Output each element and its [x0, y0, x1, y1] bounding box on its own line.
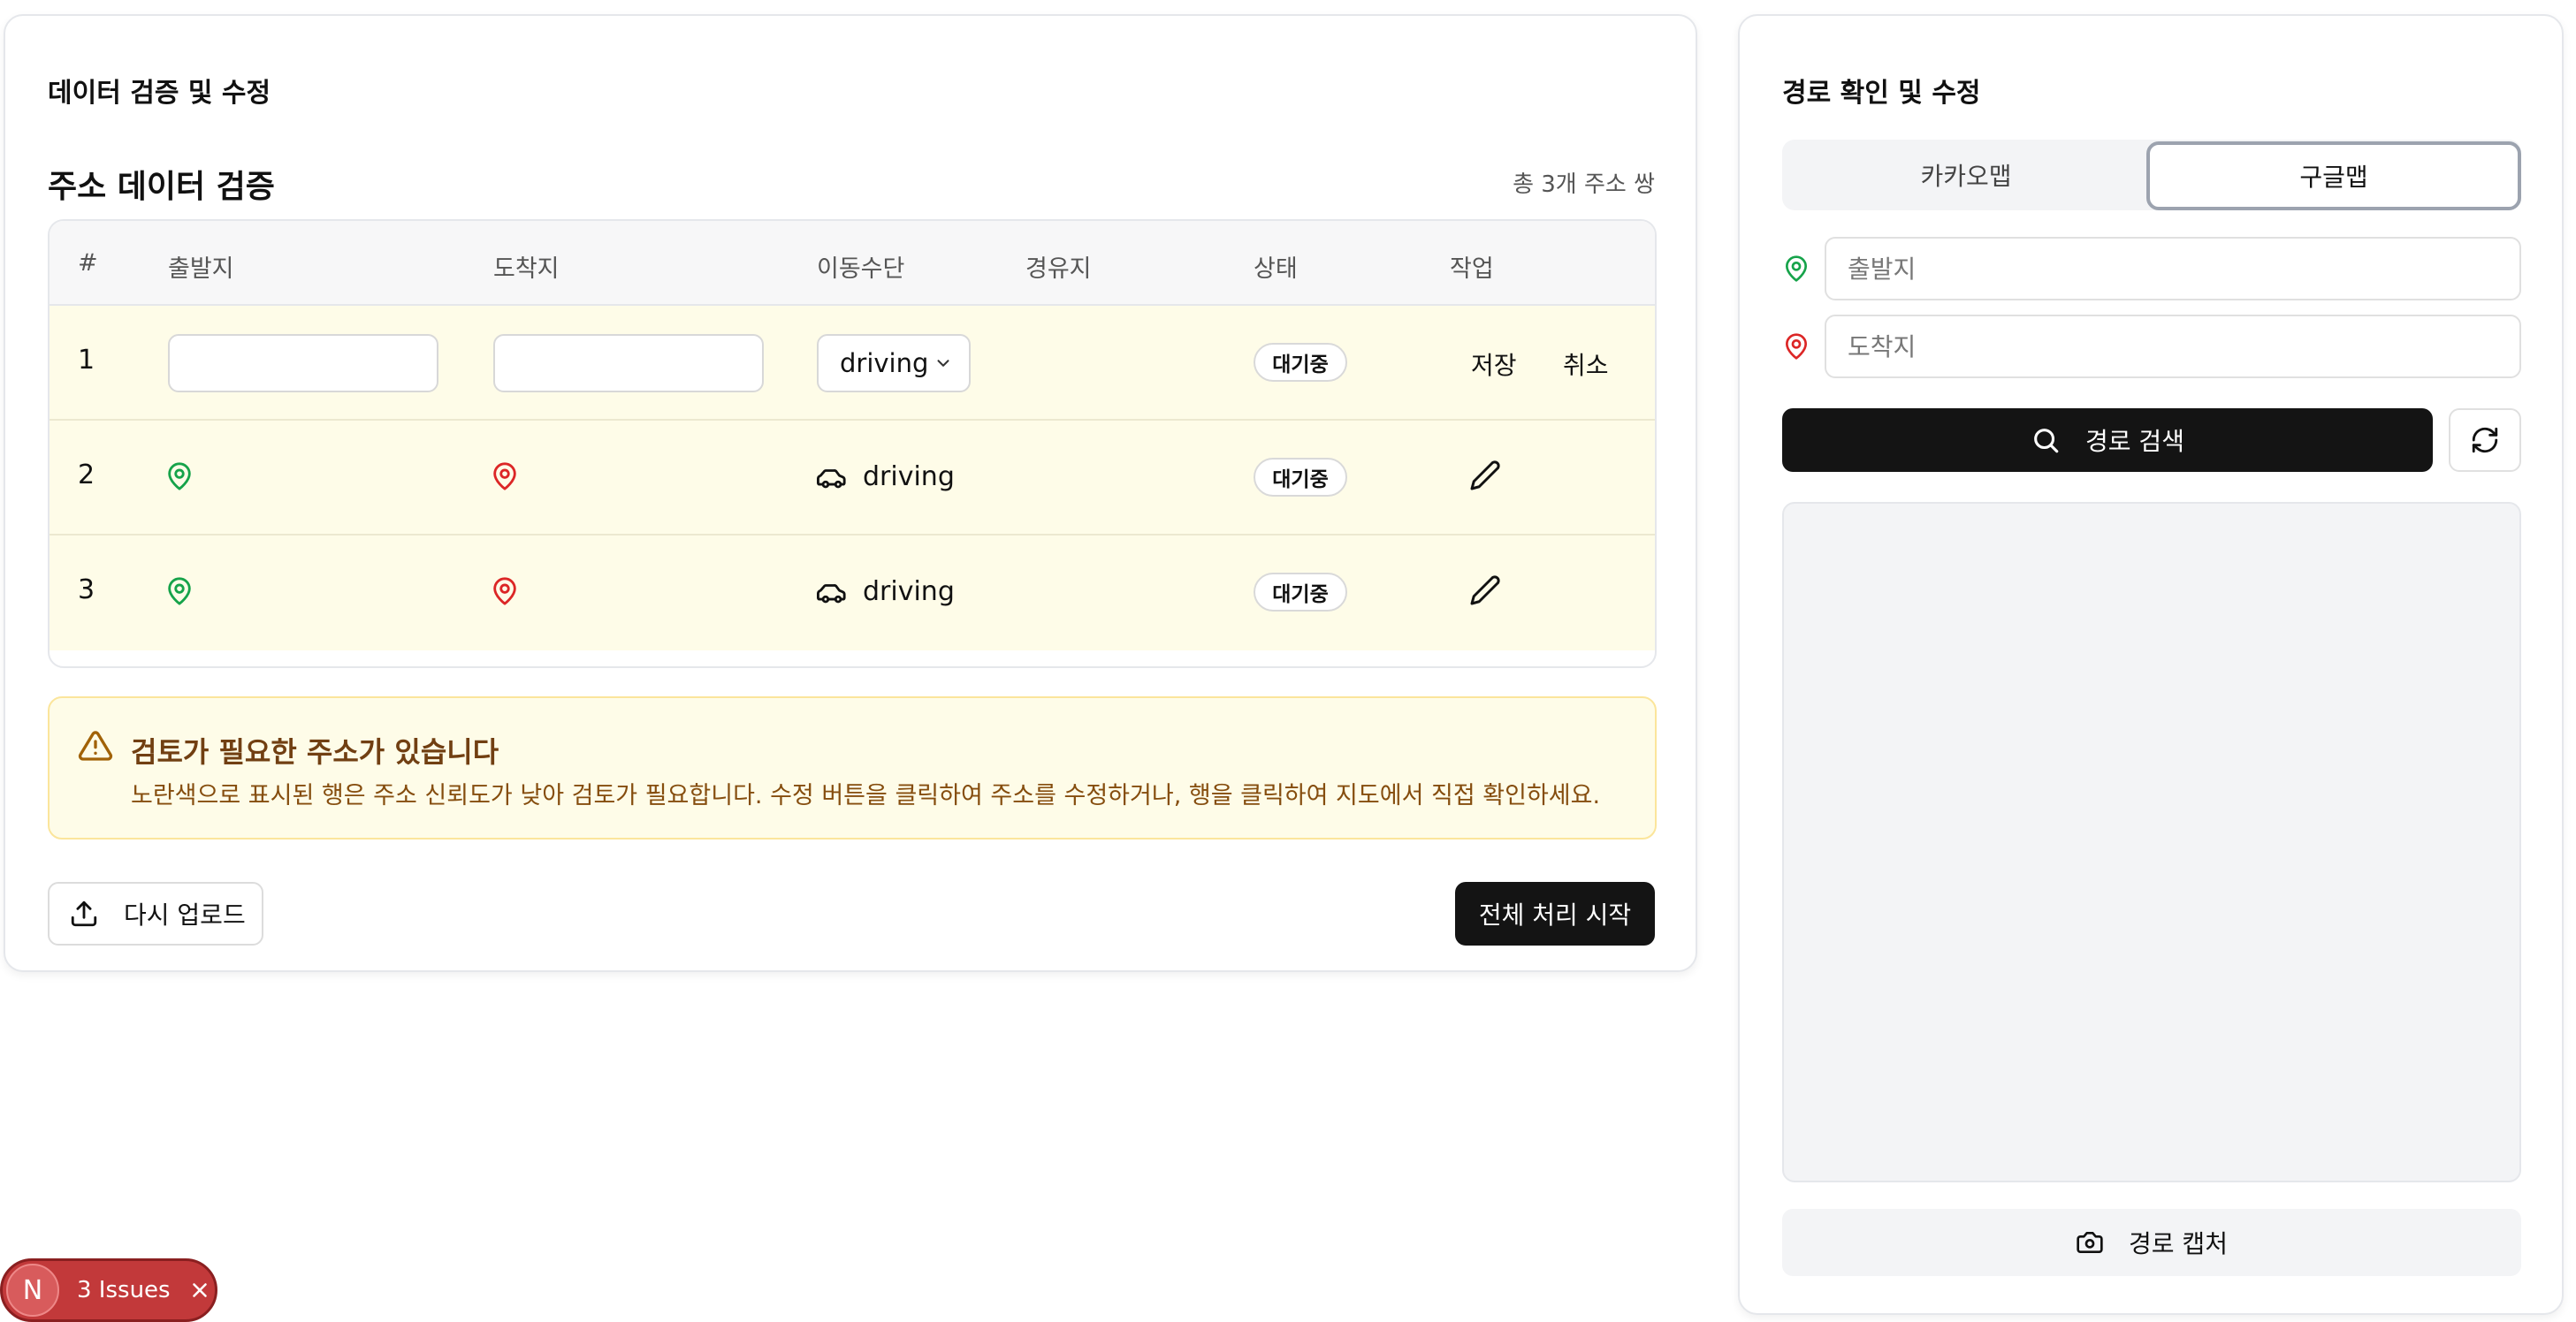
table-row[interactable]: 3 driving 대기중 — [50, 536, 1655, 650]
address-table: # 출발지 도착지 이동수단 경유지 상태 작업 1 driving 대기중 저… — [48, 219, 1657, 668]
destination-input[interactable] — [1825, 315, 2521, 378]
origin-pin-icon — [164, 461, 194, 491]
search-icon — [2034, 429, 2059, 453]
table-row[interactable]: 2 driving 대기중 — [50, 421, 1655, 536]
reupload-button[interactable]: 다시 업로드 — [48, 882, 263, 946]
mode-select[interactable]: driving — [817, 334, 971, 392]
cancel-button[interactable]: 취소 — [1563, 346, 1609, 382]
card-title: 데이터 검증 및 수정 — [48, 78, 271, 109]
camera-icon — [2077, 1232, 2103, 1253]
header-num: # — [78, 249, 98, 277]
header-status: 상태 — [1254, 255, 1298, 283]
section-title: 주소 데이터 검증 — [48, 169, 275, 205]
header-destination: 도착지 — [493, 255, 560, 283]
close-icon[interactable] — [188, 1279, 211, 1302]
edit-pencil-icon[interactable] — [1469, 460, 1501, 491]
refresh-button[interactable] — [2449, 408, 2521, 472]
mode-select-value: driving — [840, 348, 929, 378]
route-check-card: 경로 확인 및 수정 카카오맵 구글맵 경로 검색 경로 캡처 — [1738, 14, 2564, 1315]
table-row[interactable]: 1 driving 대기중 저장 취소 — [50, 306, 1655, 421]
origin-input[interactable] — [1825, 237, 2521, 300]
refresh-icon — [2472, 427, 2498, 453]
route-capture-button[interactable]: 경로 캡처 — [1782, 1209, 2521, 1276]
status-badge: 대기중 — [1254, 343, 1347, 382]
destination-pin-icon — [490, 461, 520, 491]
header-origin: 출발지 — [168, 255, 234, 283]
map-view[interactable] — [1782, 502, 2521, 1182]
table-header: # 출발지 도착지 이동수단 경유지 상태 작업 — [50, 221, 1655, 306]
reupload-label: 다시 업로드 — [124, 900, 246, 930]
upload-icon — [71, 900, 97, 927]
nextjs-logo-icon: N — [6, 1264, 59, 1317]
tab-kakaomap[interactable]: 카카오맵 — [1782, 140, 2150, 210]
route-capture-label: 경로 캡처 — [2129, 1229, 2228, 1258]
save-button[interactable]: 저장 — [1471, 346, 1517, 382]
header-mode: 이동수단 — [817, 255, 905, 283]
origin-edit-input[interactable] — [168, 334, 438, 392]
issues-badge[interactable]: N 3 Issues — [0, 1258, 217, 1322]
chevron-down-icon — [937, 360, 949, 367]
warning-triangle-icon — [78, 728, 113, 764]
tab-googlemap[interactable]: 구글맵 — [2146, 141, 2521, 210]
issues-count-label: 3 Issues — [77, 1277, 171, 1303]
card-title: 경로 확인 및 수정 — [1782, 78, 1981, 109]
route-search-label: 경로 검색 — [2085, 427, 2184, 456]
start-all-button[interactable]: 전체 처리 시작 — [1455, 882, 1655, 946]
origin-pin-icon — [164, 576, 194, 606]
mode-label: driving — [863, 461, 955, 492]
row-number: 1 — [78, 345, 95, 376]
edit-pencil-icon[interactable] — [1469, 574, 1501, 606]
car-icon — [817, 463, 847, 493]
destination-pin-icon — [490, 576, 520, 606]
review-warning-alert: 검토가 필요한 주소가 있습니다 노란색으로 표시된 행은 주소 신뢰도가 낮아… — [48, 696, 1657, 840]
header-actions: 작업 — [1450, 255, 1494, 283]
map-provider-tabs: 카카오맵 구글맵 — [1782, 140, 2521, 210]
car-icon — [817, 578, 847, 608]
route-search-button[interactable]: 경로 검색 — [1782, 408, 2433, 472]
origin-pin-icon — [1782, 255, 1810, 283]
warning-text: 노란색으로 표시된 행은 주소 신뢰도가 낮아 검토가 필요합니다. 수정 버튼… — [131, 782, 1601, 809]
warning-title: 검토가 필요한 주소가 있습니다 — [131, 735, 499, 769]
status-badge: 대기중 — [1254, 458, 1347, 497]
row-number: 3 — [78, 574, 95, 605]
address-count: 총 3개 주소 쌍 — [1513, 171, 1655, 198]
mode-label: driving — [863, 576, 955, 607]
row-number: 2 — [78, 460, 95, 490]
destination-pin-icon — [1782, 332, 1810, 361]
destination-edit-input[interactable] — [493, 334, 764, 392]
data-validation-card: 데이터 검증 및 수정 주소 데이터 검증 총 3개 주소 쌍 # 출발지 도착… — [4, 14, 1697, 972]
status-badge: 대기중 — [1254, 573, 1347, 612]
header-waypoints: 경유지 — [1025, 255, 1092, 283]
